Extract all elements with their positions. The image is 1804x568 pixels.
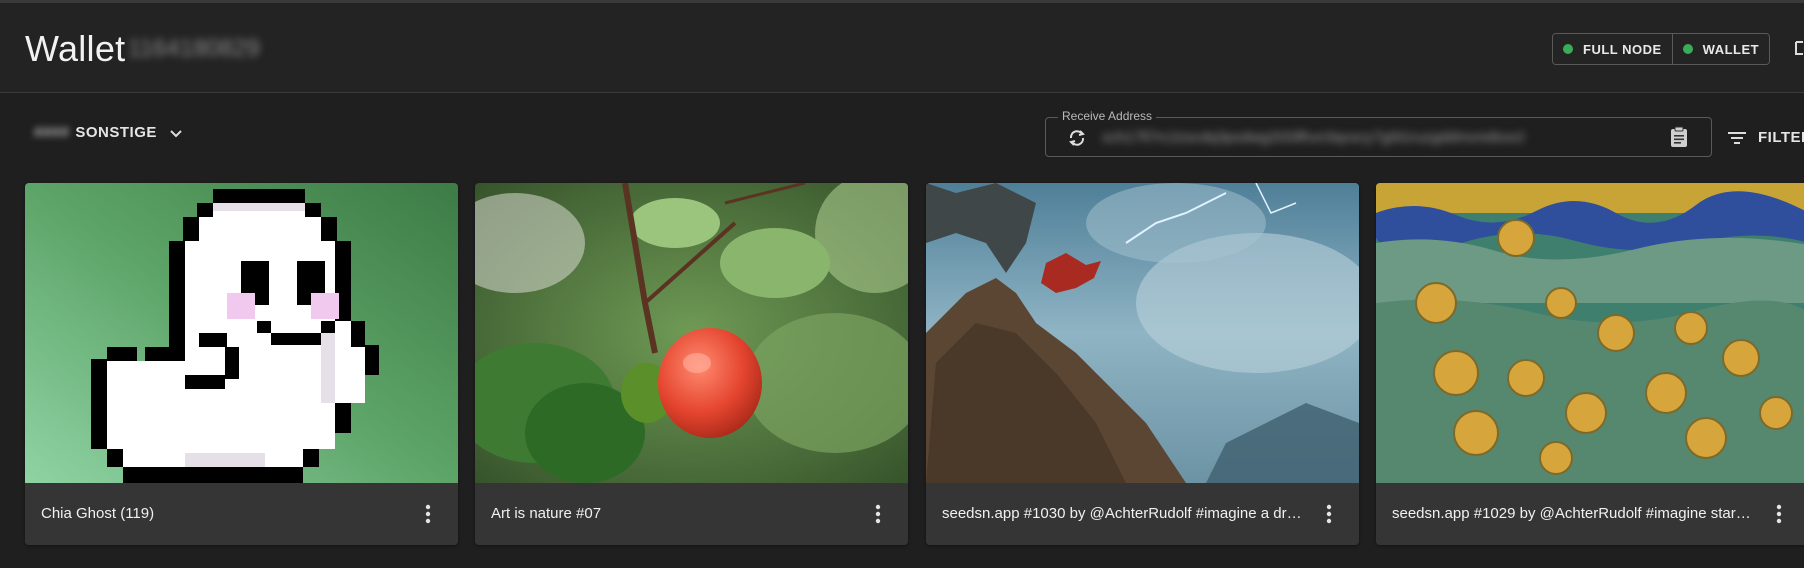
nft-card[interactable]: Art is nature #07	[475, 183, 908, 545]
more-vertical-icon[interactable]	[872, 504, 884, 524]
nft-card-title: Art is nature #07	[491, 505, 602, 522]
page-title: Wallet	[25, 28, 126, 69]
layout-toggle-icon[interactable]	[1795, 41, 1804, 55]
nft-card-footer: seedsn.app #1030 by @AchterRudolf #imagi…	[926, 483, 1359, 545]
nft-card-title: Chia Ghost (119)	[41, 505, 155, 522]
receive-address-value: xch17ll7rc2zscdq3pxdwg2t33fhvn3qvxcy7g0t…	[1102, 129, 1524, 146]
full-node-status[interactable]: FULL NODE	[1553, 34, 1672, 64]
wallet-status-label: WALLET	[1702, 41, 1760, 57]
receive-address-field: Receive Address xch17ll7rc2zscdq3pxdwg2t…	[1045, 109, 1712, 157]
wallet-id: 1164180829	[128, 35, 260, 62]
filters-label: FILTERS	[1758, 129, 1804, 146]
wallet-status-dot-icon	[1682, 44, 1693, 54]
more-vertical-icon[interactable]	[1323, 504, 1335, 524]
connection-status-group: FULL NODE WALLET	[1552, 33, 1771, 65]
full-node-status-label: FULL NODE	[1583, 41, 1662, 57]
wallet-status[interactable]: WALLET	[1671, 34, 1770, 64]
nft-card-title: seedsn.app #1029 by @AchterRudolf #imagi…	[1392, 505, 1752, 522]
nft-card-image[interactable]	[475, 183, 908, 483]
chevron-down-icon	[170, 129, 182, 137]
profile-selector[interactable]: #### SONSTIGE	[34, 124, 183, 141]
profile-prefix: ####	[34, 124, 70, 141]
profile-label: SONSTIGE	[75, 124, 157, 141]
receive-address-label: Receive Address	[1058, 109, 1157, 123]
nft-card-title: seedsn.app #1030 by @AchterRudolf #imagi…	[942, 505, 1302, 522]
more-vertical-icon[interactable]	[422, 504, 434, 524]
page-header: Wallet 1164180829 FULL NODE WALLET	[0, 3, 1804, 93]
nft-card-image[interactable]	[926, 183, 1359, 483]
nft-card-footer: Art is nature #07	[475, 483, 908, 545]
nft-card-image[interactable]	[25, 183, 458, 483]
nft-card[interactable]: Chia Ghost (119)	[25, 183, 458, 545]
nft-card[interactable]: seedsn.app #1030 by @AchterRudolf #imagi…	[926, 183, 1359, 545]
filters-button[interactable]: FILTERS	[1728, 129, 1804, 146]
refresh-icon[interactable]	[1066, 127, 1088, 149]
full-node-status-dot-icon	[1563, 44, 1573, 54]
nft-card-footer: Chia Ghost (119)	[25, 483, 458, 545]
more-vertical-icon[interactable]	[1773, 504, 1785, 524]
filter-list-icon	[1728, 131, 1746, 144]
nft-card-footer: seedsn.app #1029 by @AchterRudolf #imagi…	[1376, 483, 1804, 545]
clipboard-icon[interactable]	[1669, 126, 1689, 148]
nft-card[interactable]: seedsn.app #1029 by @AchterRudolf #imagi…	[1376, 183, 1804, 545]
nft-card-image[interactable]	[1376, 183, 1804, 483]
